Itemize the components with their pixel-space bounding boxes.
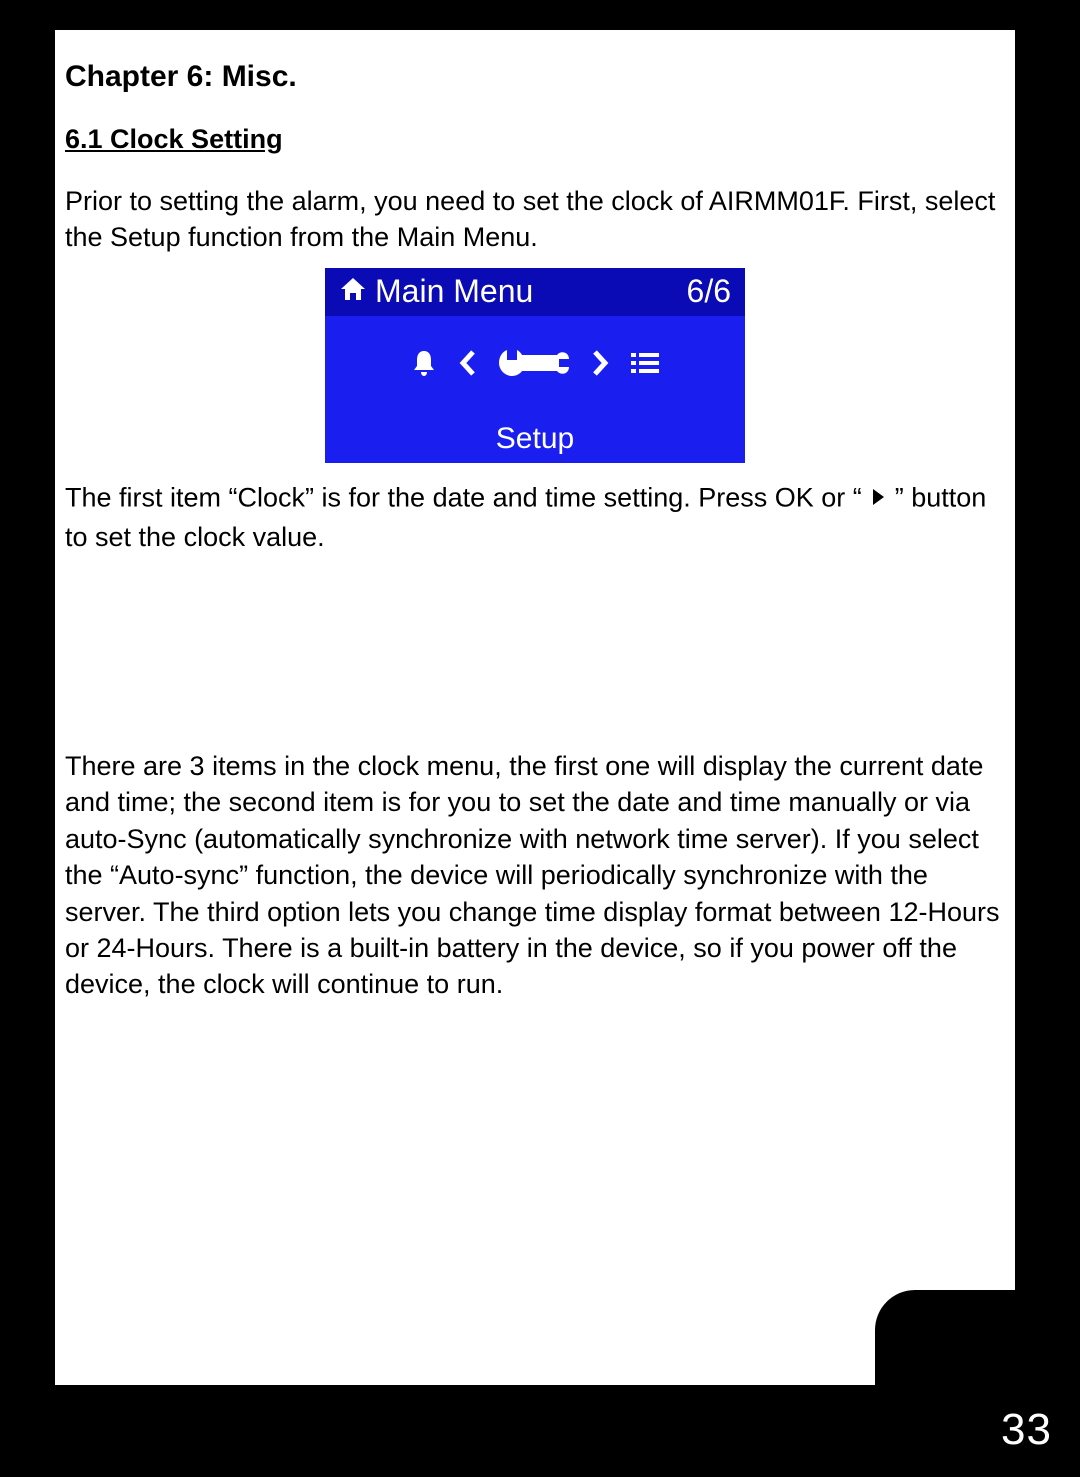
list-icon <box>631 351 659 380</box>
screen-header-count: 6/6 <box>687 273 731 310</box>
content-sheet: Chapter 6: Misc. 6.1 Clock Setting Prior… <box>55 30 1015 1385</box>
screen-header: Main Menu 6/6 <box>325 268 745 316</box>
screen-body <box>325 316 745 416</box>
page-corner-tab <box>875 1290 1015 1385</box>
paragraph-2: The first item “Clock” is for the date a… <box>55 479 1015 556</box>
home-icon <box>339 273 367 310</box>
paragraph-2a: The first item “Clock” is for the date a… <box>65 482 869 512</box>
wrench-icon <box>499 346 569 385</box>
paragraph-3: There are 3 items in the clock menu, the… <box>55 748 1015 1003</box>
screen-header-title: Main Menu <box>375 273 533 310</box>
play-icon <box>871 479 885 515</box>
bell-icon <box>411 348 437 383</box>
arrow-left-icon <box>459 350 477 381</box>
page-number: 33 <box>1001 1405 1052 1455</box>
device-screen: Main Menu 6/6 <box>325 268 745 463</box>
paragraph-1: Prior to setting the alarm, you need to … <box>55 183 1015 256</box>
manual-page: Chapter 6: Misc. 6.1 Clock Setting Prior… <box>0 0 1080 1477</box>
spacer <box>55 568 1015 748</box>
section-title: 6.1 Clock Setting <box>55 124 1015 155</box>
chapter-title: Chapter 6: Misc. <box>55 60 1015 94</box>
arrow-right-icon <box>591 350 609 381</box>
screen-footer-label: Setup <box>496 422 574 456</box>
screen-footer: Setup <box>325 416 745 463</box>
